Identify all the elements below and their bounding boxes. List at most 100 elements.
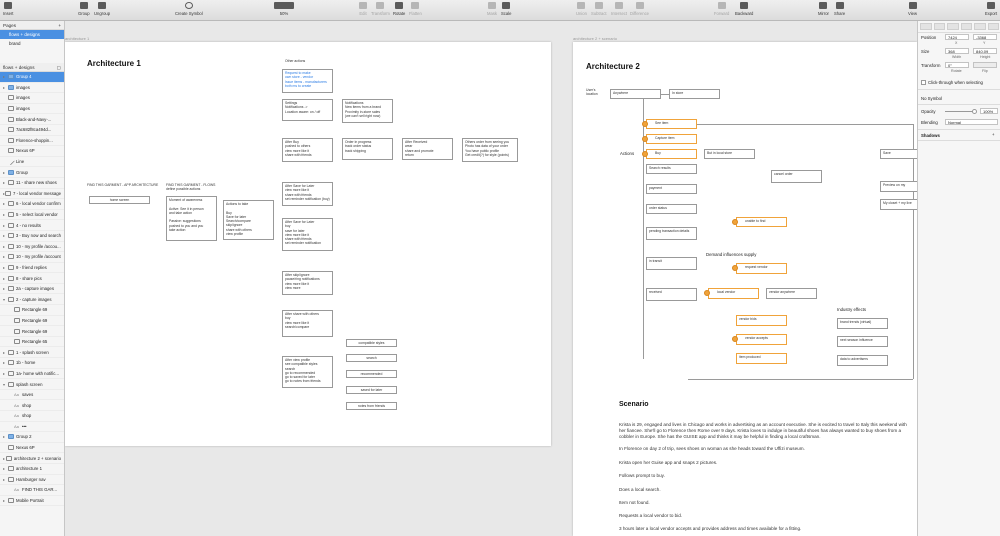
layer-row[interactable]: ▸ 8 - share pics	[0, 273, 64, 284]
layer-row[interactable]: Nexus 6P	[0, 146, 64, 157]
scale-button[interactable]: Scale	[501, 2, 511, 16]
share-button[interactable]: Share	[834, 2, 845, 16]
layer-row[interactable]: ▸ Group 4	[0, 72, 64, 83]
blending-select[interactable]: Normal	[945, 119, 998, 125]
flatten-button[interactable]: Flatten	[409, 2, 422, 16]
width-field[interactable]: 368	[945, 48, 969, 54]
layer-row[interactable]: ▸ Hamburger nav	[0, 475, 64, 486]
add-page-icon[interactable]: +	[58, 23, 61, 28]
artboard-label-architecture-1[interactable]: architecture 1	[65, 36, 89, 41]
layer-row[interactable]: Line	[0, 157, 64, 168]
layer-row[interactable]: ▸ 1b - home	[0, 358, 64, 369]
actions-take-box: Actions to take Buy Save for later Searc…	[223, 200, 274, 240]
layer-row[interactable]: ▸ 10 - my profile /account	[0, 252, 64, 263]
layer-row[interactable]: ▸ 5 - select local vendor	[0, 210, 64, 221]
layer-row[interactable]: ▸ 4 - no results	[0, 220, 64, 231]
layer-row[interactable]: ▸ 10 - my profile /accou...	[0, 242, 64, 253]
create-symbol-button[interactable]: Create Symbol	[175, 2, 203, 16]
layer-label: Mobile Portrait	[16, 498, 44, 504]
click-through-checkbox[interactable]	[921, 80, 926, 85]
layer-row[interactable]: 7ac682f8ca494d...	[0, 125, 64, 136]
insert-button[interactable]: Insert	[3, 2, 13, 16]
layer-row[interactable]: ▸ Group	[0, 167, 64, 178]
layer-row[interactable]: ▾ splash screen	[0, 379, 64, 390]
layer-row[interactable]: ▸ 1a- home with notific...	[0, 369, 64, 380]
layer-row[interactable]: ▸ 2a - capture images	[0, 284, 64, 295]
layer-row[interactable]: ▸ architecture 2 + scenario	[0, 453, 64, 464]
forward-button[interactable]: Forward	[714, 2, 729, 16]
layer-row[interactable]: Rectangle 69	[0, 305, 64, 316]
after-buy-box: After Buy pushed to others view more lik…	[282, 138, 333, 162]
rect-icon	[14, 328, 20, 334]
layer-row[interactable]: images	[0, 104, 64, 115]
align-middle-icon[interactable]	[974, 23, 986, 30]
opacity-slider[interactable]	[945, 111, 975, 112]
align-right-icon[interactable]	[947, 23, 959, 30]
x-field[interactable]: 7424	[945, 34, 969, 40]
layer-row[interactable]: Aa FIND THIS GAR...	[0, 485, 64, 496]
flip-buttons[interactable]	[973, 62, 997, 68]
align-left-icon[interactable]	[920, 23, 932, 30]
subtract-button[interactable]: Subtract	[591, 2, 607, 16]
export-button[interactable]: Export	[985, 2, 997, 16]
layer-row[interactable]: ▸ 11 - share new shoes	[0, 178, 64, 189]
add-shadow-icon[interactable]: +	[992, 132, 995, 137]
layer-row[interactable]: Aa shop	[0, 411, 64, 422]
layer-row[interactable]: ▸ 3 - Buy now and search	[0, 231, 64, 242]
page-item-flows-designs[interactable]: flows + designs	[0, 30, 64, 39]
page-item-brand[interactable]: brand	[0, 39, 64, 48]
collapse-icon[interactable]: ▢	[57, 65, 61, 70]
artboard-architecture-2[interactable]: Architecture 2 User's location Anywhere …	[573, 42, 917, 536]
zoom-control[interactable]: 50%	[274, 2, 294, 16]
step-dot	[732, 219, 738, 225]
layer-row[interactable]: Rectangle 65	[0, 337, 64, 348]
layer-row[interactable]: ▸ 9 - friend replies	[0, 263, 64, 274]
rotate-button[interactable]: Rotate	[393, 2, 405, 16]
mirror-button[interactable]: Mirror	[818, 2, 829, 16]
difference-button[interactable]: Difference	[630, 2, 649, 16]
edit-icon	[359, 2, 367, 9]
layer-row[interactable]: Florence-shoppin...	[0, 136, 64, 147]
layer-row[interactable]: ▸ Group 2	[0, 432, 64, 443]
layer-row[interactable]: Aa saves	[0, 390, 64, 401]
opacity-slider-handle[interactable]	[972, 109, 977, 114]
layer-row[interactable]: ▸ images	[0, 83, 64, 94]
backward-button[interactable]: Backward	[735, 2, 753, 16]
layer-row[interactable]: ▸ 6 - local vendor confirm	[0, 199, 64, 210]
layer-row[interactable]: ▸ Mobile Portrait	[0, 496, 64, 507]
ungroup-button[interactable]: Ungroup	[94, 2, 110, 16]
layer-row[interactable]: Rectangle 69	[0, 326, 64, 337]
layer-row[interactable]: images	[0, 93, 64, 104]
layer-row[interactable]: ▸ 7 - local vendor message	[0, 189, 64, 200]
layer-row[interactable]: ▾ 2 - capture images	[0, 294, 64, 306]
layer-row[interactable]: ▸ 1 - splash screen	[0, 347, 64, 359]
payment-box: payment	[646, 184, 697, 194]
x-sublabel: X	[955, 41, 958, 45]
edit-button[interactable]: Edit	[359, 2, 367, 16]
layer-row[interactable]: Rectangle 69	[0, 316, 64, 327]
artboard-architecture-1[interactable]: Architecture 1 Other actions Request to …	[65, 42, 551, 446]
transform-button[interactable]: Transform	[371, 2, 390, 16]
layer-row[interactable]: Aa •••	[0, 422, 64, 433]
layer-row[interactable]: ▸ architecture 1	[0, 464, 64, 475]
layer-row[interactable]: Nexus 6P	[0, 443, 64, 454]
align-center-icon[interactable]	[933, 23, 945, 30]
align-top-icon[interactable]	[960, 23, 972, 30]
union-button[interactable]: Union	[576, 2, 587, 16]
group-button[interactable]: Group	[78, 2, 90, 16]
height-field[interactable]: 840.09	[973, 48, 997, 54]
align-bottom-icon[interactable]	[987, 23, 999, 30]
layer-label: splash screen	[16, 381, 43, 387]
opacity-field[interactable]: 100%	[980, 108, 998, 114]
layer-row[interactable]: Aa shop	[0, 400, 64, 411]
view-button[interactable]: View	[908, 2, 917, 16]
canvas[interactable]: architecture 1 architecture 2 + scenario…	[65, 21, 917, 536]
y-field[interactable]: -3368	[973, 34, 997, 40]
artboard-label-architecture-2[interactable]: architecture 2 + scenario	[573, 36, 617, 41]
symbol-select[interactable]: No Symbol	[921, 96, 942, 101]
mask-button[interactable]: Mask	[487, 2, 497, 16]
intersect-button[interactable]: Intersect	[611, 2, 627, 16]
layer-row[interactable]: Black-and-Navy-...	[0, 114, 64, 125]
rotate-field[interactable]: 0°	[945, 62, 969, 68]
layer-label: architecture 1	[16, 466, 43, 472]
